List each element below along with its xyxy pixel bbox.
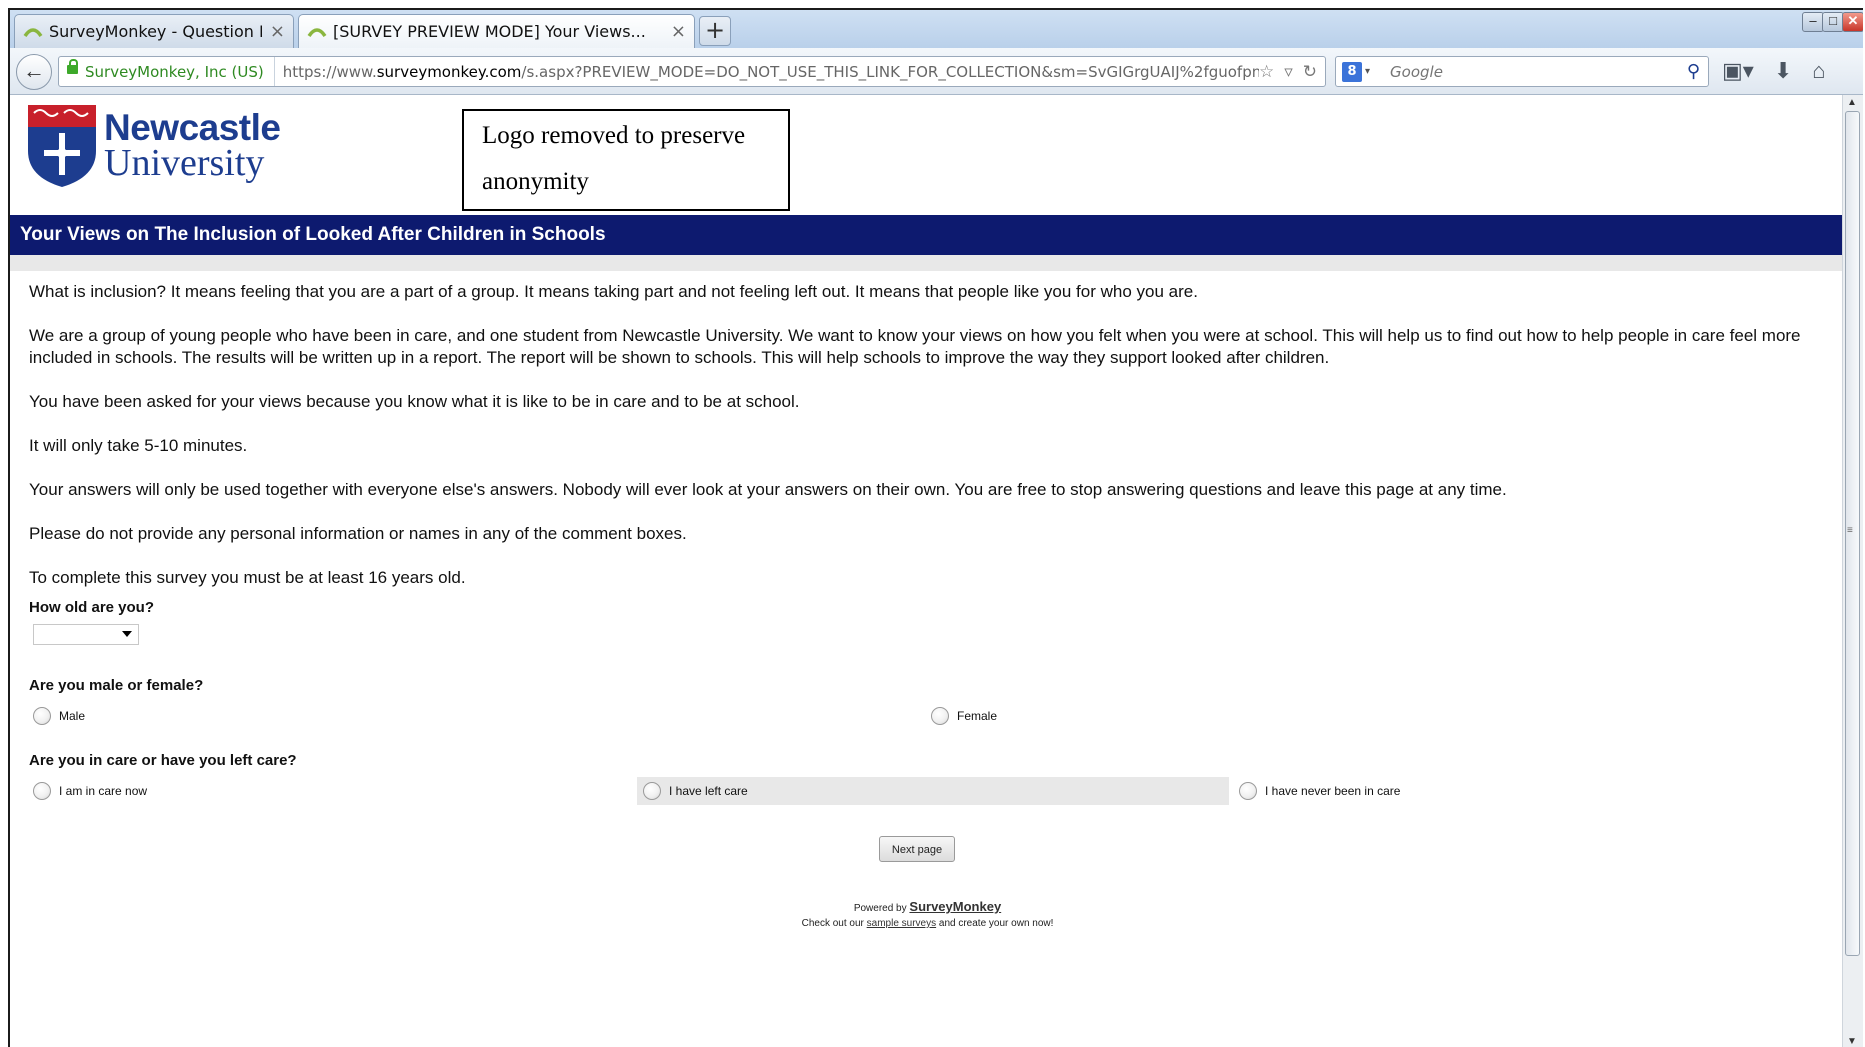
check-out-text: Check out our	[801, 918, 864, 929]
search-icon[interactable]: ⚲	[1687, 61, 1700, 82]
create-text: and create your own now!	[938, 918, 1054, 929]
option-label: I have left care	[669, 784, 748, 798]
intro-paragraph: To complete this survey you must be at l…	[29, 568, 466, 587]
minimize-button[interactable]: –	[1802, 12, 1824, 32]
option-label: Male	[59, 709, 86, 723]
navigation-bar: ← SurveyMonkey, Inc (US) https://www.sur…	[10, 48, 1863, 95]
dropdown-icon[interactable]: ▿	[1284, 62, 1293, 82]
intro-paragraph: It will only take 5-10 minutes.	[29, 436, 248, 455]
shield-crest-icon	[28, 105, 96, 187]
home-icon[interactable]: ⌂	[1812, 58, 1825, 84]
radio-button[interactable]	[1239, 782, 1257, 800]
radio-button[interactable]	[931, 707, 949, 725]
surveymonkey-link[interactable]: SurveyMonkey	[909, 899, 1001, 914]
tab-strip: SurveyMonkey - Question Builder × [SURVE…	[10, 10, 1863, 49]
option-left-care[interactable]: I have left care	[637, 777, 1229, 805]
option-label: I am in care now	[59, 784, 148, 798]
surveymonkey-favicon-icon	[307, 22, 327, 42]
bookmark-star-icon[interactable]: ☆	[1259, 62, 1274, 82]
intro-paragraph: Please do not provide any personal infor…	[29, 524, 687, 543]
scroll-down-icon[interactable]: ▼	[1847, 1036, 1857, 1047]
tab-survey-preview[interactable]: [SURVEY PREVIEW MODE] Your Views... ×	[298, 14, 695, 48]
maximize-button[interactable]: □	[1822, 12, 1844, 32]
tab-label: SurveyMonkey - Question Builder	[49, 22, 262, 41]
option-label: I have never been in care	[1265, 784, 1401, 798]
scroll-grip-icon: ≡	[1847, 525, 1853, 536]
window-close-button[interactable]: ✕	[1842, 12, 1863, 32]
search-input[interactable]	[1388, 61, 1663, 82]
footer: Powered by SurveyMonkey Check out our sa…	[10, 899, 1845, 931]
intro-paragraph: Your answers will only be used together …	[29, 480, 1507, 499]
survey-content: What is inclusion? It means feeling that…	[29, 281, 1837, 805]
chevron-down-icon	[122, 631, 132, 637]
intro-paragraph: We are a group of young people who have …	[29, 326, 1801, 367]
logo-removed-note: Logo removed to preserve anonymity	[462, 109, 790, 211]
site-identity[interactable]: SurveyMonkey, Inc (US)	[59, 57, 275, 86]
bookmarks-menu-icon[interactable]: ▣▾	[1722, 58, 1754, 84]
new-tab-button[interactable]: +	[699, 16, 731, 46]
option-female[interactable]: Female	[931, 702, 997, 730]
tab-close-icon[interactable]: ×	[671, 21, 686, 42]
survey-page: Newcastle University Logo removed to pre…	[10, 95, 1845, 1047]
option-in-care[interactable]: I am in care now	[33, 777, 147, 805]
university-logo: Newcastle University	[26, 103, 286, 191]
url-text[interactable]: https://www.surveymonkey.com/s.aspx?PREV…	[275, 63, 1259, 81]
url-path: /s.aspx?PREVIEW_MODE=DO_NOT_USE_THIS_LIN…	[521, 62, 1259, 81]
age-select[interactable]	[33, 624, 139, 645]
reload-icon[interactable]: ↻	[1303, 62, 1317, 82]
tab-question-builder[interactable]: SurveyMonkey - Question Builder ×	[14, 14, 294, 48]
url-bar[interactable]: SurveyMonkey, Inc (US) https://www.surve…	[58, 56, 1326, 87]
gender-options: Male Female	[29, 702, 1837, 730]
tab-label: [SURVEY PREVIEW MODE] Your Views...	[333, 22, 646, 41]
survey-title: Your Views on The Inclusion of Looked Af…	[10, 215, 1845, 255]
powered-by-text: Powered by	[853, 903, 907, 914]
option-male[interactable]: Male	[33, 702, 85, 730]
url-actions: ☆ ▿ ↻	[1259, 62, 1325, 82]
radio-button[interactable]	[643, 782, 661, 800]
scroll-up-icon[interactable]: ▲	[1847, 97, 1857, 108]
title-divider	[10, 255, 1845, 271]
intro-paragraph: You have been asked for your views becau…	[29, 392, 800, 411]
option-never-in-care[interactable]: I have never been in care	[1239, 777, 1400, 805]
question-care-title: Are you in care or have you left care?	[29, 752, 297, 769]
question-age-title: How old are you?	[29, 599, 155, 616]
download-icon[interactable]: ⬇	[1774, 58, 1792, 84]
radio-button[interactable]	[33, 707, 51, 725]
engine-dropdown-icon[interactable]: ▾	[1365, 66, 1370, 77]
back-arrow-icon[interactable]: ←	[16, 54, 52, 90]
toolbar-icons: ▣▾ ⬇ ⌂	[1722, 58, 1826, 84]
next-page-button[interactable]: Next page	[879, 836, 955, 862]
intro-paragraph: What is inclusion? It means feeling that…	[29, 282, 1198, 301]
sample-surveys-link[interactable]: sample surveys	[867, 918, 936, 929]
search-engine-icon[interactable]: 8	[1342, 61, 1362, 82]
url-domain: surveymonkey.com	[376, 62, 522, 81]
url-prefix: https://www.	[282, 62, 377, 81]
logo-line2: University	[104, 142, 265, 184]
lock-icon	[67, 59, 78, 74]
search-bar[interactable]: 8 ▾ ⚲	[1335, 56, 1709, 87]
radio-button[interactable]	[33, 782, 51, 800]
surveymonkey-favicon-icon	[23, 22, 43, 42]
browser-window: SurveyMonkey - Question Builder × [SURVE…	[8, 8, 1863, 1047]
care-options: I am in care now I have left care I have…	[29, 777, 1837, 805]
question-gender-title: Are you male or female?	[29, 677, 204, 694]
tab-close-icon[interactable]: ×	[270, 21, 285, 42]
option-label: Female	[957, 709, 998, 723]
vertical-scrollbar[interactable]: ▲ ≡ ▼	[1842, 95, 1863, 1047]
identity-label: SurveyMonkey, Inc (US)	[85, 62, 264, 81]
